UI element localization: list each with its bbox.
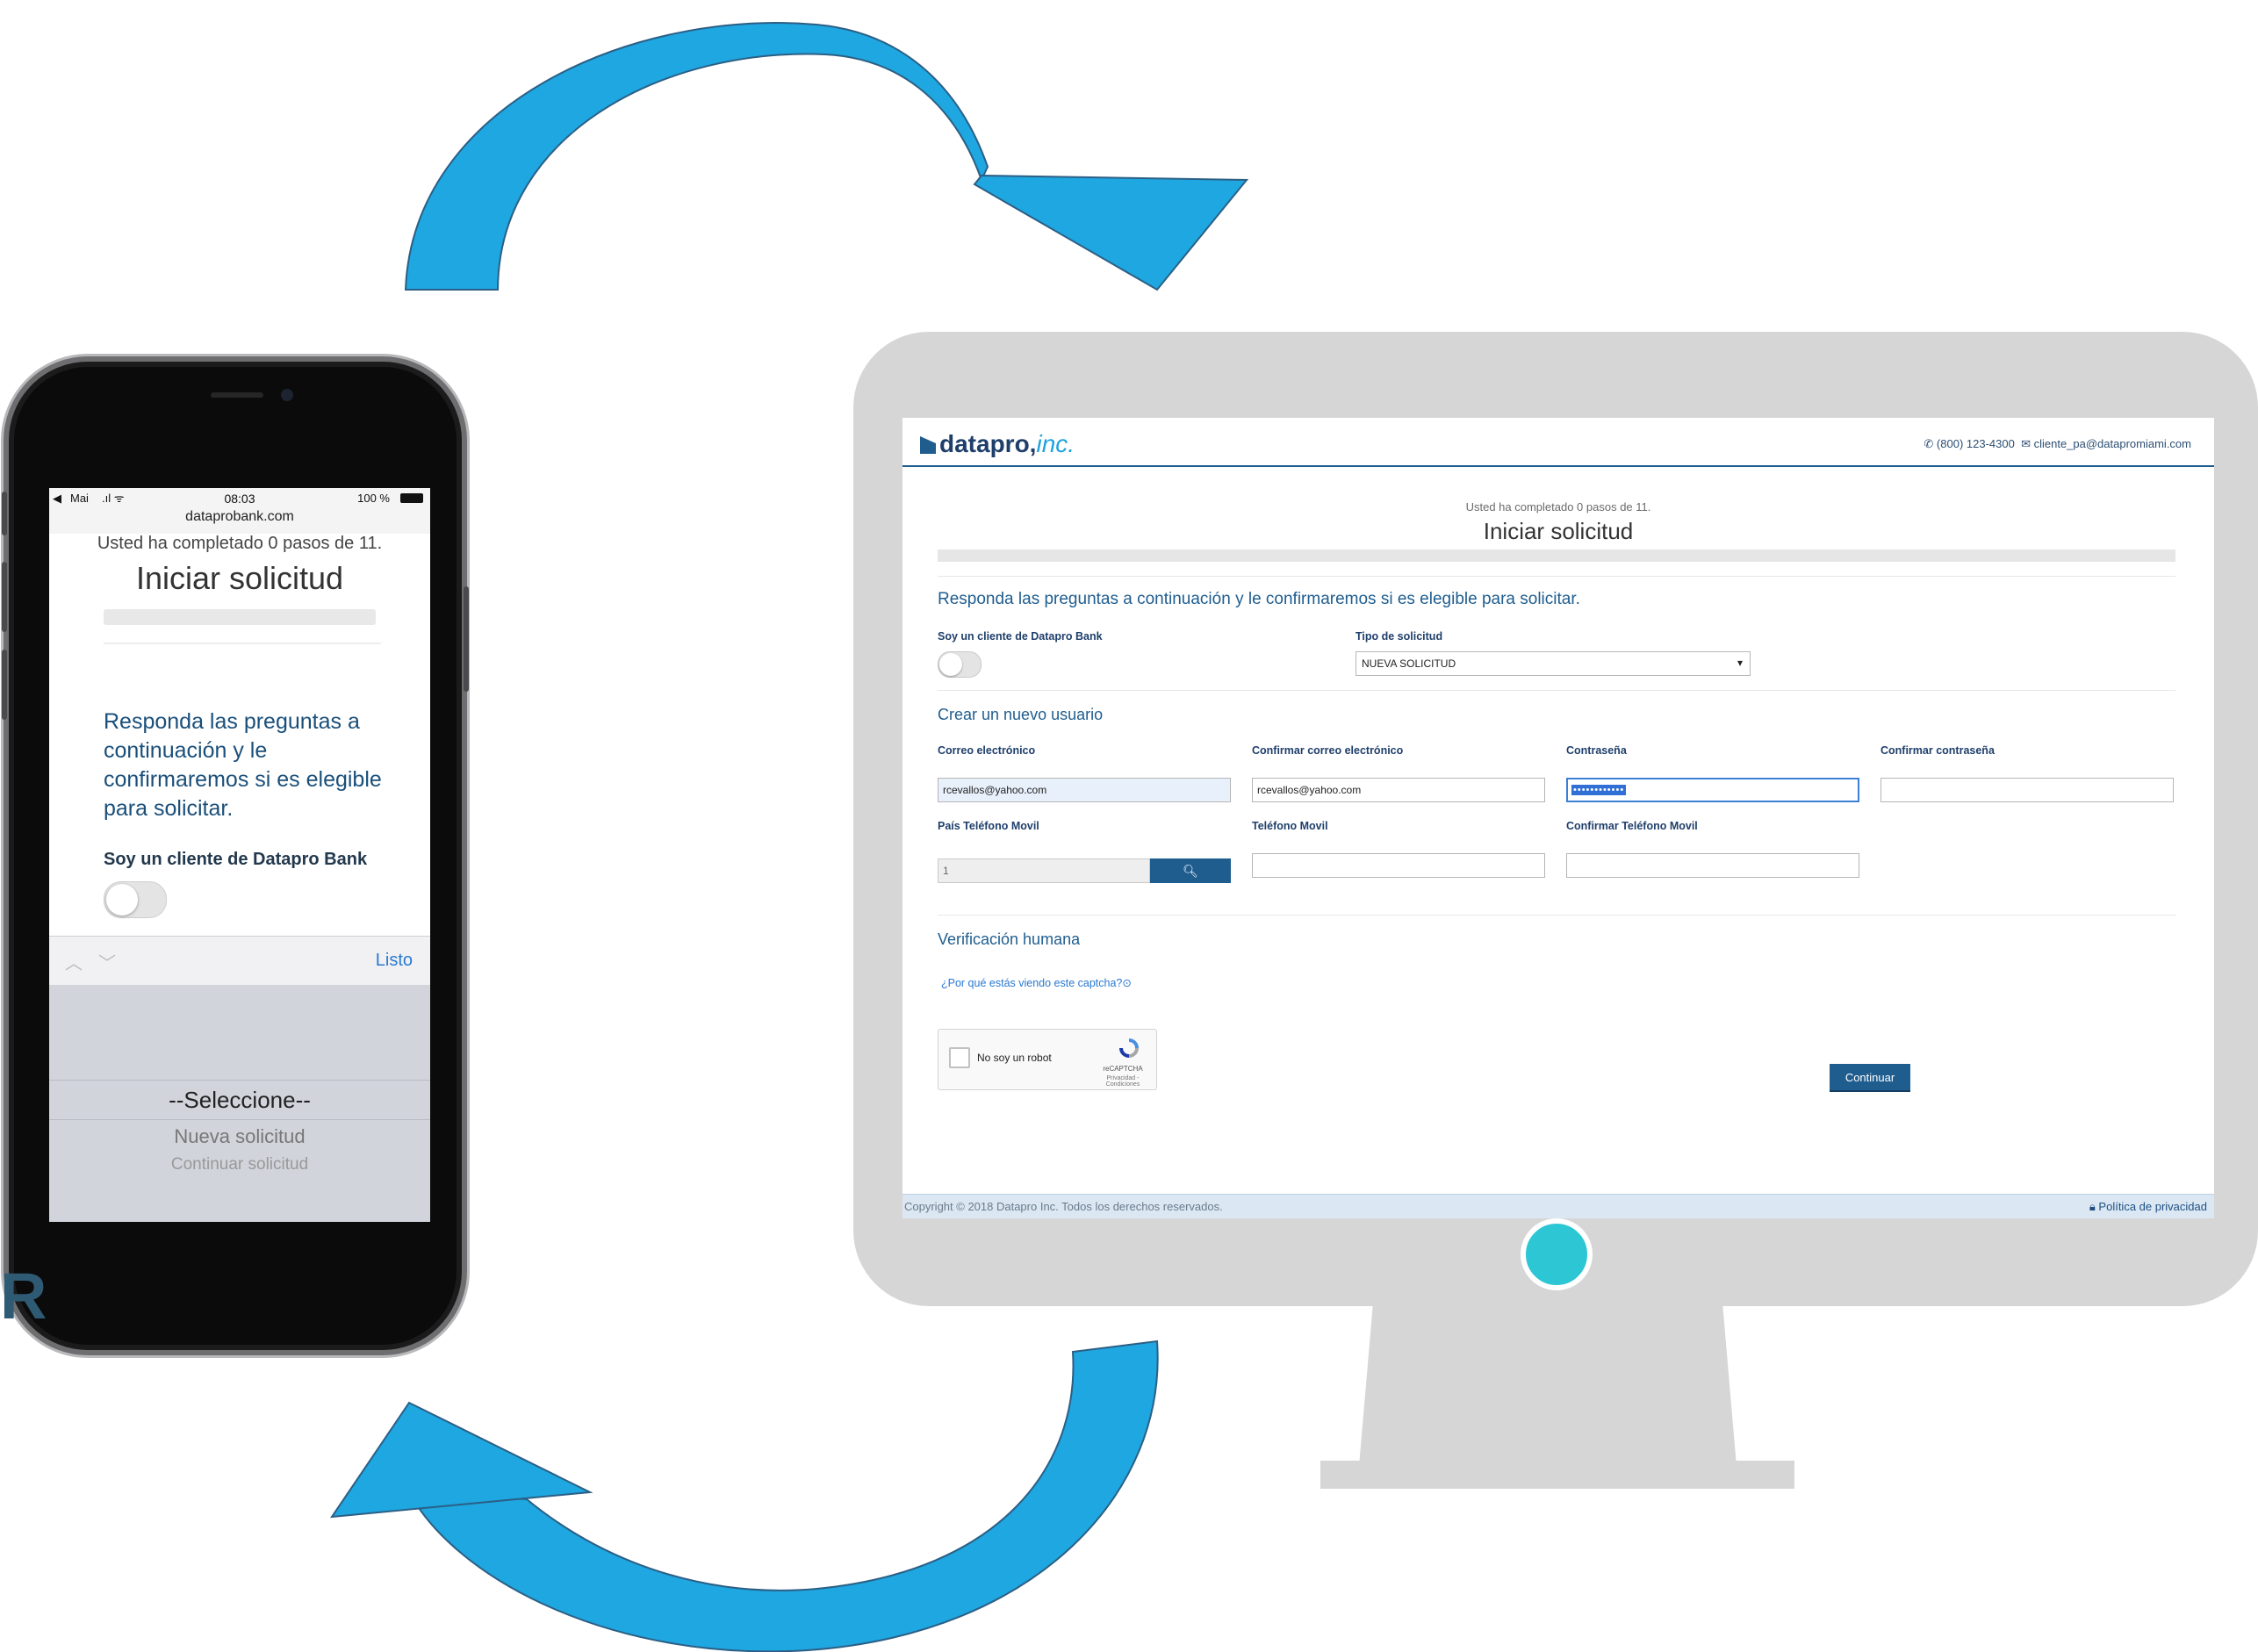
- mobile-steps-text: Usted ha completado 0 pasos de 11.: [97, 534, 383, 553]
- mobile-cliente-label: Soy un cliente de Datapro Bank: [104, 850, 368, 869]
- dropdown-caret-icon: ▾: [1737, 657, 1743, 669]
- picker-option[interactable]: Continuar solicitud: [49, 1155, 430, 1174]
- steps-text: Usted ha completado 0 pasos de 11.: [1465, 500, 1651, 514]
- why-captcha-text: ¿Por qué estás viendo este captcha?: [941, 977, 1123, 989]
- why-captcha-link[interactable]: ¿Por qué estás viendo este captcha?⊙: [941, 976, 1132, 989]
- telefono-confirm-field[interactable]: [1566, 853, 1859, 878]
- phone-icon: ✆: [1924, 437, 1934, 450]
- logo-name: datapro,: [939, 430, 1037, 457]
- stray-letter: R: [0, 1260, 47, 1332]
- phone-volume-down: [2, 650, 7, 720]
- logo-suffix: inc.: [1036, 430, 1075, 457]
- site-header: datapro,inc. ✆ (800) 123-4300 ✉ cliente_…: [902, 418, 2214, 467]
- search-button[interactable]: 🔍︎: [1150, 858, 1231, 883]
- monitor-base: [1320, 1461, 1794, 1489]
- contact-phone[interactable]: (800) 123-4300: [1937, 437, 2015, 450]
- phone-status-bar: ◀ Mai .ıl ᯤ 08:03 100 % dataprobank.com: [49, 488, 430, 534]
- lock-icon: 🔒︎: [2089, 1200, 2096, 1213]
- desktop-screen: datapro,inc. ✆ (800) 123-4300 ✉ cliente_…: [902, 418, 2214, 1218]
- monitor-stand: [1359, 1290, 1737, 1466]
- toggle-knob: [106, 884, 138, 916]
- picker-toolbar: ︿ ﹀ Listo: [49, 936, 430, 986]
- chevron-down-icon[interactable]: ﹀: [98, 949, 116, 974]
- privacy-text: Política de privacidad: [2098, 1200, 2207, 1213]
- phone-mute-switch: [2, 492, 7, 535]
- tipo-solicitud-select[interactable]: NUEVA SOLICITUD ▾: [1356, 651, 1751, 676]
- password-label: Contraseña: [1566, 744, 1627, 757]
- recaptcha-logo-icon: [1119, 1038, 1139, 1058]
- telefono-confirm-label: Confirmar Teléfono Movil: [1566, 820, 1698, 832]
- question-text: Responda las preguntas a continuación y …: [938, 590, 1580, 608]
- phone-power-button: [464, 586, 469, 692]
- picker-done-button[interactable]: Listo: [376, 951, 413, 971]
- email-confirm-field[interactable]: rcevallos@yahoo.com: [1252, 778, 1545, 802]
- page-title: Iniciar solicitud: [1483, 518, 1634, 544]
- section-crear-usuario: Crear un nuevo usuario: [938, 706, 1104, 723]
- toggle-knob: [939, 653, 962, 676]
- password-field[interactable]: ••••••••••••: [1566, 778, 1859, 802]
- continue-button[interactable]: Continuar: [1830, 1064, 1910, 1092]
- divider: [938, 576, 2175, 577]
- recaptcha-text: No soy un robot: [977, 1052, 1052, 1064]
- divider: [938, 915, 2175, 916]
- tipo-solicitud-label: Tipo de solicitud: [1356, 630, 1443, 643]
- mobile-cliente-toggle[interactable]: [104, 881, 167, 918]
- email-field[interactable]: rcevallos@yahoo.com: [938, 778, 1231, 802]
- recaptcha-widget: No soy un robot reCAPTCHA Privacidad - C…: [938, 1029, 1157, 1090]
- datapro-logo[interactable]: datapro,inc.: [920, 430, 1075, 458]
- chevron-circle-icon: ⊙: [1122, 977, 1132, 989]
- mobile-page-title: Iniciar solicitud: [135, 560, 344, 596]
- privacy-link[interactable]: 🔒︎ Política de privacidad: [2089, 1200, 2207, 1214]
- telefono-field[interactable]: [1252, 853, 1545, 878]
- telefono-label: Teléfono Movil: [1252, 820, 1328, 832]
- email-confirm-label: Confirmar correo electrónico: [1252, 744, 1404, 757]
- recaptcha-terms[interactable]: Privacidad - Condiciones: [1097, 1075, 1149, 1088]
- logo-mark-icon: [920, 436, 936, 454]
- picker-option-selected[interactable]: --Seleccione--: [49, 1087, 430, 1114]
- site-footer: Copyright © 2018 Datapro Inc. Todos los …: [902, 1194, 2214, 1218]
- password-value: ••••••••••••: [1571, 785, 1627, 795]
- address-bar[interactable]: dataprobank.com: [49, 509, 430, 525]
- battery-icon: [400, 493, 423, 503]
- mobile-picker-area: ︿ ﹀ Listo --Seleccione-- Nueva solicitud…: [49, 936, 430, 1222]
- cliente-label: Soy un cliente de Datapro Bank: [938, 630, 1103, 643]
- contact-info: ✆ (800) 123-4300 ✉ cliente_pa@datapromia…: [1924, 437, 2191, 451]
- phone-speaker: [211, 392, 263, 398]
- mobile-question-text: Responda las preguntas a continuación y …: [104, 709, 382, 821]
- search-icon: 🔍︎: [1183, 864, 1198, 878]
- battery-label: 100 %: [357, 492, 390, 505]
- mail-icon: ✉: [2021, 437, 2031, 450]
- phone-volume-up: [2, 562, 7, 632]
- top-arrow: [404, 22, 1249, 291]
- bottom-arrow: [329, 1340, 1159, 1652]
- tipo-solicitud-value: NUEVA SOLICITUD: [1362, 657, 1456, 670]
- contact-email[interactable]: cliente_pa@datapromiami.com: [2034, 437, 2191, 450]
- chevron-up-icon[interactable]: ︿: [65, 949, 83, 974]
- password-confirm-label: Confirmar contraseña: [1880, 744, 1995, 757]
- monitor-power-button: [1521, 1218, 1593, 1290]
- mobile-divider: [104, 643, 381, 644]
- pais-telefono-field[interactable]: 1: [938, 858, 1150, 883]
- cliente-toggle[interactable]: [938, 651, 982, 678]
- phone-camera: [281, 389, 293, 401]
- section-verificacion: Verificación humana: [938, 930, 1081, 948]
- email-label: Correo electrónico: [938, 744, 1036, 757]
- progress-bar: [938, 549, 2175, 562]
- pais-telefono-label: País Teléfono Movil: [938, 820, 1039, 832]
- divider: [938, 690, 2175, 691]
- recaptcha-brand: reCAPTCHA: [1103, 1065, 1143, 1073]
- mobile-progress-bar: [104, 609, 376, 625]
- password-confirm-field[interactable]: [1880, 778, 2174, 802]
- recaptcha-checkbox[interactable]: [949, 1047, 970, 1068]
- picker-wheel[interactable]: --Seleccione-- Nueva solicitud Continuar…: [49, 985, 430, 1222]
- copyright-text: Copyright © 2018 Datapro Inc. Todos los …: [904, 1200, 1223, 1213]
- picker-option[interactable]: Nueva solicitud: [49, 1125, 430, 1148]
